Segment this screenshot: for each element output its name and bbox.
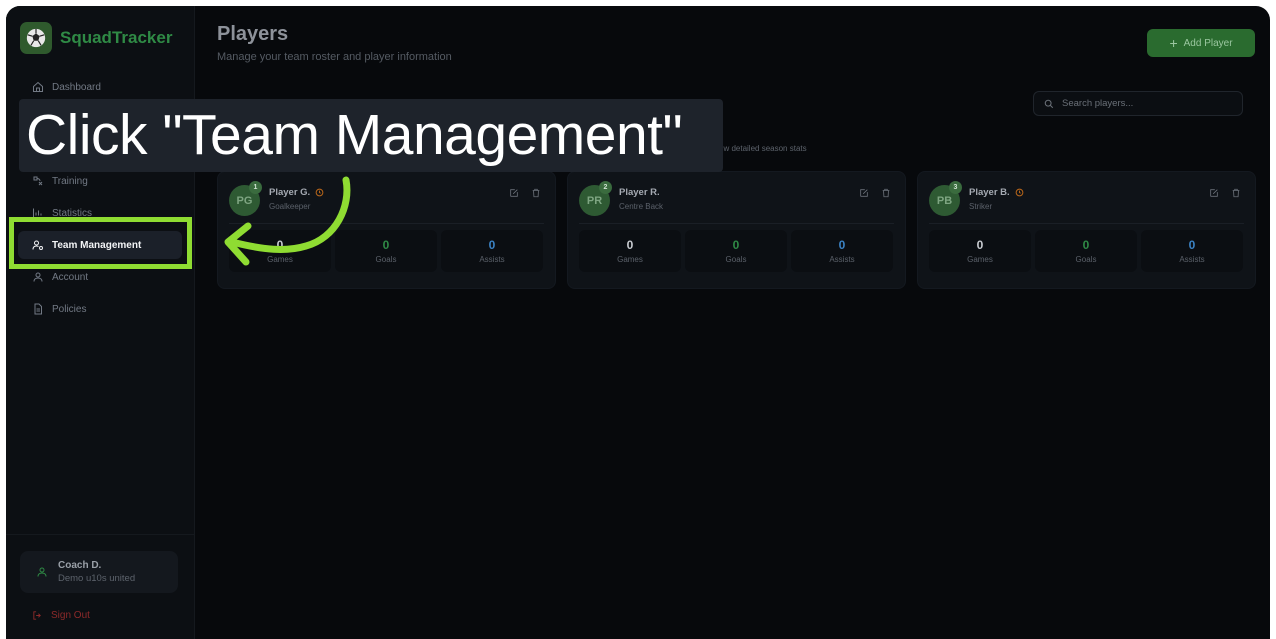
stat-value: 0	[976, 238, 984, 252]
player-position: Centre Back	[619, 202, 664, 211]
card-divider	[929, 223, 1244, 224]
player-name-text: Player R.	[619, 187, 660, 198]
player-name-text: Player B.	[969, 187, 1010, 198]
stat-games: 0 Games	[929, 230, 1031, 272]
stat-label: Assists	[1179, 255, 1205, 264]
jersey-number-badge: 2	[599, 181, 612, 194]
user-name: Coach D.	[58, 560, 102, 571]
stat-label: Goals	[1075, 255, 1097, 264]
add-player-label: Add Player	[1183, 37, 1233, 49]
search-icon	[1044, 99, 1054, 108]
stat-value: 0	[1082, 238, 1090, 252]
stat-goals: 0 Goals	[1035, 230, 1137, 272]
edit-icon[interactable]	[859, 188, 869, 198]
player-name: Player R.	[619, 187, 660, 198]
stat-label: Assists	[829, 255, 855, 264]
card-actions	[1209, 188, 1241, 198]
stat-assists: 0 Assists	[1141, 230, 1243, 272]
player-card[interactable]: PR 2 Player R. Centre Back 0 Games 0 Goa…	[567, 171, 906, 289]
stat-assists: 0 Assists	[791, 230, 893, 272]
stat-games: 0 Games	[579, 230, 681, 272]
user-profile-card[interactable]: Coach D. Demo u10s united	[20, 551, 178, 593]
player-position: Striker	[969, 202, 993, 211]
player-stats: 0 Games 0 Goals 0 Assists	[579, 230, 893, 272]
sign-out-label: Sign Out	[51, 610, 90, 621]
stat-value: 0	[838, 238, 846, 252]
card-divider	[579, 223, 894, 224]
stat-value: 0	[488, 238, 496, 252]
trash-icon[interactable]	[881, 188, 891, 198]
card-actions	[509, 188, 541, 198]
stat-label: Games	[617, 255, 643, 264]
edit-icon[interactable]	[1209, 188, 1219, 198]
stat-label: Games	[967, 255, 993, 264]
trash-icon[interactable]	[531, 188, 541, 198]
search-input[interactable]	[1062, 98, 1232, 109]
stat-value: 0	[732, 238, 740, 252]
user-icon	[37, 567, 47, 577]
app-window: SquadTracker Dashboard Training Statisti…	[6, 6, 1270, 639]
user-team: Demo u10s united	[58, 573, 136, 584]
player-card[interactable]: PB 3 Player B. Striker 0 Games 0 Goals 0…	[917, 171, 1256, 289]
search-box[interactable]	[1033, 91, 1243, 116]
stat-value: 0	[626, 238, 634, 252]
sign-out-icon	[33, 611, 41, 620]
player-name: Player B.	[969, 187, 1024, 198]
add-player-button[interactable]: + Add Player	[1147, 29, 1255, 57]
plus-icon: +	[1169, 35, 1178, 51]
clock-icon	[1015, 188, 1024, 197]
stat-value: 0	[1188, 238, 1196, 252]
hint-text: ew detailed season stats	[719, 144, 807, 153]
trash-icon[interactable]	[1231, 188, 1241, 198]
sidebar-divider	[6, 534, 194, 535]
stat-goals: 0 Goals	[685, 230, 787, 272]
stat-label: Goals	[725, 255, 747, 264]
card-actions	[859, 188, 891, 198]
player-stats: 0 Games 0 Goals 0 Assists	[929, 230, 1243, 272]
stat-label: Assists	[479, 255, 505, 264]
pointer-arrow-icon	[224, 176, 351, 266]
jersey-number-badge: 3	[949, 181, 962, 194]
stat-assists: 0 Assists	[441, 230, 543, 272]
sign-out-button[interactable]: Sign Out	[32, 610, 90, 621]
edit-icon[interactable]	[509, 188, 519, 198]
